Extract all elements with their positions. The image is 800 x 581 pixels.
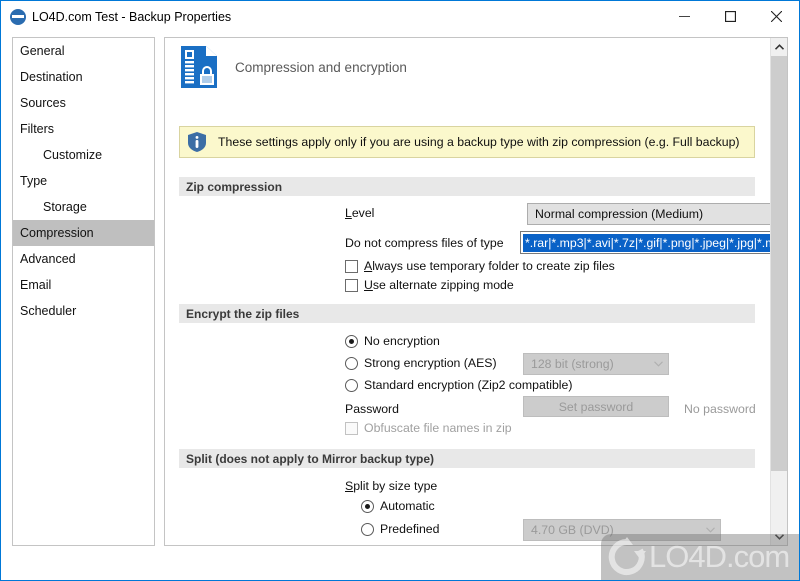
close-icon[interactable]	[753, 1, 799, 32]
aes-strength-value: 128 bit (strong)	[531, 357, 614, 371]
level-value: Normal compression (Medium)	[535, 207, 704, 221]
password-label: Password	[345, 402, 399, 416]
radio-strong-encryption[interactable]: Strong encryption (AES)	[345, 356, 497, 370]
sidebar-item-label: Storage	[43, 200, 87, 214]
backup-properties-window: LO4D.com Test - Backup Properties Genera…	[0, 0, 800, 581]
password-status: No password	[684, 402, 756, 416]
section-encryption: Encrypt the zip files	[179, 304, 755, 323]
minimize-icon[interactable]	[661, 1, 707, 32]
page-title: Compression and encryption	[235, 59, 407, 75]
checkbox-label: Always use temporary folder to create zi…	[364, 259, 615, 273]
sidebar-item-label: Scheduler	[20, 304, 77, 318]
sidebar-item-label: Destination	[20, 70, 83, 84]
title-bar: LO4D.com Test - Backup Properties	[1, 1, 799, 32]
sidebar-item-label: Type	[20, 174, 48, 188]
exclude-types-label: Do not compress files of type	[345, 236, 504, 250]
checkbox-box	[345, 421, 358, 435]
set-password-label: Set password	[558, 399, 634, 414]
always-temp-folder-checkbox[interactable]: Always use temporary folder to create zi…	[345, 259, 615, 273]
scrollbar-thumb[interactable]	[771, 56, 787, 471]
panel-scrollbar[interactable]	[770, 38, 787, 545]
dialog-footer: Save and run Save Cancel	[1, 551, 799, 580]
radio-label: Predefined	[380, 522, 440, 536]
sidebar-item-label: Customize	[43, 148, 103, 162]
sidebar-item-label: Filters	[20, 122, 55, 136]
split-size-type-label: Split by size type	[345, 479, 438, 493]
sidebar-item-customize[interactable]: Customize	[13, 142, 154, 168]
checkbox-box	[345, 259, 358, 273]
sidebar-item-scheduler[interactable]: Scheduler	[13, 298, 154, 324]
section-title: Split (does not apply to Mirror backup t…	[186, 451, 435, 466]
chevron-down-icon[interactable]	[771, 528, 787, 545]
sidebar-item-advanced[interactable]: Advanced	[13, 246, 154, 272]
checkbox-label: Obfuscate file names in zip	[364, 421, 512, 435]
zip-lock-document-icon	[181, 46, 217, 88]
exclude-types-value: *.rar|*.mp3|*.avi|*.7z|*.gif|*.png|*.jpe…	[523, 233, 787, 252]
radio-dot	[361, 522, 374, 536]
compression-settings-panel: Compression and encryption These setting…	[164, 37, 788, 546]
radio-label: No encryption	[364, 334, 440, 348]
chevron-down-icon	[649, 354, 668, 374]
info-shield-icon	[188, 132, 206, 152]
exclude-types-combobox[interactable]: *.rar|*.mp3|*.avi|*.7z|*.gif|*.png|*.jpe…	[520, 231, 787, 254]
radio-dot	[361, 499, 374, 513]
radio-label: Strong encryption (AES)	[364, 356, 497, 370]
level-label: Level	[345, 206, 375, 220]
section-split: Split (does not apply to Mirror backup t…	[179, 449, 755, 468]
sidebar-item-storage[interactable]: Storage	[13, 194, 154, 220]
radio-split-predefined[interactable]: Predefined	[361, 522, 439, 536]
dialog-body: General Destination Sources Filters Cust…	[1, 32, 799, 580]
panel-content: Compression and encryption These setting…	[165, 38, 787, 545]
caption-buttons	[661, 1, 799, 32]
section-zip-compression: Zip compression	[179, 177, 755, 196]
info-banner-text: These settings apply only if you are usi…	[218, 135, 740, 149]
settings-sidebar: General Destination Sources Filters Cust…	[12, 37, 155, 546]
checkbox-label: Use alternate zipping mode	[364, 278, 514, 292]
radio-dot	[345, 378, 358, 392]
sidebar-item-label: Advanced	[20, 252, 76, 266]
sidebar-item-type[interactable]: Type	[13, 168, 154, 194]
set-password-button: Set password	[523, 396, 669, 417]
sidebar-item-compression[interactable]: Compression	[13, 220, 154, 246]
section-title: Encrypt the zip files	[186, 306, 300, 321]
sidebar-item-sources[interactable]: Sources	[13, 90, 154, 116]
maximize-icon[interactable]	[707, 1, 753, 32]
radio-standard-encryption[interactable]: Standard encryption (Zip2 compatible)	[345, 378, 572, 392]
obfuscate-names-checkbox: Obfuscate file names in zip	[345, 421, 512, 435]
aes-strength-combobox: 128 bit (strong)	[523, 353, 669, 375]
info-banner: These settings apply only if you are usi…	[179, 126, 755, 158]
sidebar-item-label: Email	[20, 278, 52, 292]
section-title: Zip compression	[186, 179, 283, 194]
sidebar-item-general[interactable]: General	[13, 38, 154, 64]
predefined-size-combobox: 4.70 GB (DVD)	[523, 519, 721, 541]
sidebar-item-filters[interactable]: Filters	[13, 116, 154, 142]
level-combobox[interactable]: Normal compression (Medium)	[527, 203, 787, 225]
sidebar-item-destination[interactable]: Destination	[13, 64, 154, 90]
app-icon	[10, 8, 26, 25]
sidebar-item-label: Compression	[20, 226, 94, 240]
radio-dot	[345, 356, 358, 370]
chevron-up-icon[interactable]	[771, 38, 787, 55]
predefined-size-value: 4.70 GB (DVD)	[531, 523, 614, 537]
radio-dot	[345, 334, 358, 348]
panel-header: Compression and encryption	[179, 43, 407, 91]
checkbox-box	[345, 278, 358, 292]
radio-label: Standard encryption (Zip2 compatible)	[364, 378, 573, 392]
window-title: LO4D.com Test - Backup Properties	[32, 9, 232, 24]
sidebar-item-label: Sources	[20, 96, 66, 110]
radio-split-automatic[interactable]: Automatic	[361, 499, 435, 513]
radio-no-encryption[interactable]: No encryption	[345, 334, 440, 348]
sidebar-item-email[interactable]: Email	[13, 272, 154, 298]
radio-label: Automatic	[380, 499, 435, 513]
sidebar-item-label: General	[20, 44, 65, 58]
chevron-down-icon	[701, 520, 720, 540]
alternate-zipping-checkbox[interactable]: Use alternate zipping mode	[345, 278, 514, 292]
